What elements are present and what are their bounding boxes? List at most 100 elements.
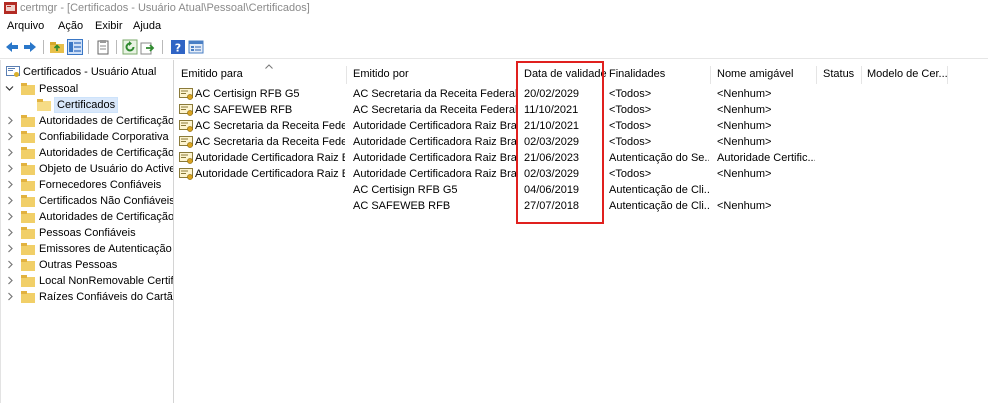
menu-bar: Arquivo Ação Exibir Ajuda xyxy=(0,17,988,35)
table-row[interactable]: AC Certisign RFB G5 04/06/2019 Autentica… xyxy=(175,182,988,198)
certificate-list[interactable]: Emitido para Emitido por Data de validad… xyxy=(175,60,988,403)
tree-item-label: Autoridades de Certificação I xyxy=(39,147,174,159)
cell-issued-to: Autoridade Certificadora Raiz B... xyxy=(195,168,345,180)
chevron-right-icon[interactable] xyxy=(6,148,15,157)
tree-item-label: Autoridades de Certificação R xyxy=(39,115,174,127)
cell-issued-by: Autoridade Certificadora Raiz Bras... xyxy=(353,168,516,180)
cell-purposes: Autenticação de Cli... xyxy=(609,184,709,196)
table-row[interactable]: Autoridade Certificadora Raiz B... Autor… xyxy=(175,166,988,182)
tree-item-label: Objeto de Usuário do Active I xyxy=(39,163,174,175)
tree-root-label: Certificados - Usuário Atual xyxy=(23,66,157,78)
chevron-right-icon[interactable] xyxy=(6,212,15,221)
chevron-right-icon[interactable] xyxy=(6,164,15,173)
table-row[interactable]: AC SAFEWEB RFB 27/07/2018 Autenticação d… xyxy=(175,198,988,214)
tree-item-label: Autoridades de Certificação R xyxy=(39,211,174,223)
svg-text:?: ? xyxy=(175,42,181,55)
cell-issued-to: AC Certisign RFB G5 xyxy=(195,88,300,100)
chevron-right-icon[interactable] xyxy=(6,196,15,205)
tree-item[interactable]: Certificados Não Confiáveis xyxy=(1,193,173,209)
tree-item[interactable]: Objeto de Usuário do Active I xyxy=(1,161,174,177)
cell-expiration-date: 21/06/2023 xyxy=(524,152,580,164)
back-icon[interactable] xyxy=(4,39,20,55)
help-icon[interactable]: ? xyxy=(170,39,186,55)
chevron-right-icon[interactable] xyxy=(6,132,15,141)
cell-purposes: <Todos> xyxy=(609,168,652,180)
window-title: certmgr - [Certificados - Usuário Atual\… xyxy=(20,2,310,14)
folder-open-icon xyxy=(37,99,51,111)
column-divider[interactable] xyxy=(710,66,711,84)
tree-item[interactable]: Local NonRemovable Certific xyxy=(1,273,173,289)
column-header-label: Status xyxy=(823,68,855,80)
chevron-right-icon[interactable] xyxy=(6,180,15,189)
cell-issued-to: Autoridade Certificadora Raiz B... xyxy=(195,152,345,164)
cell-expiration-date: 11/10/2021 xyxy=(524,104,579,116)
tree-item[interactable]: Emissores de Autenticação de xyxy=(1,241,174,257)
table-row[interactable]: AC Certisign RFB G5 AC Secretaria da Rec… xyxy=(175,86,988,102)
tree-item[interactable]: Pessoas Confiáveis xyxy=(1,225,173,241)
export-icon[interactable] xyxy=(140,39,156,55)
chevron-right-icon[interactable] xyxy=(6,260,15,269)
folder-icon xyxy=(21,227,35,239)
cell-purposes: <Todos> xyxy=(609,104,652,116)
cell-issued-by: AC Secretaria da Receita Federal d... xyxy=(353,104,516,116)
cell-purposes: <Todos> xyxy=(609,136,652,148)
column-divider[interactable] xyxy=(602,66,603,84)
tree-item-label: Raízes Confiáveis do Cartão In xyxy=(39,291,173,303)
folder-icon xyxy=(21,291,35,303)
cell-issued-by: AC SAFEWEB RFB xyxy=(353,200,451,212)
tree-item[interactable]: Outras Pessoas xyxy=(1,257,173,273)
cell-expiration-date: 20/02/2029 xyxy=(524,88,580,100)
tree-item-pessoal[interactable]: Pessoal xyxy=(1,81,173,97)
tree-item-label: Emissores de Autenticação de xyxy=(39,243,174,255)
tree-item[interactable]: Autoridades de Certificação R xyxy=(1,209,174,225)
tree-item[interactable]: Autoridades de Certificação R xyxy=(1,113,174,129)
tree-item[interactable]: Fornecedores Confiáveis xyxy=(1,177,173,193)
table-row[interactable]: Autoridade Certificadora Raiz B... Autor… xyxy=(175,150,988,166)
folder-icon xyxy=(21,243,35,255)
refresh-icon[interactable] xyxy=(122,39,138,55)
tree-root[interactable]: Certificados - Usuário Atual xyxy=(1,64,173,80)
certificate-icon xyxy=(179,168,193,180)
folder-icon xyxy=(21,147,35,159)
column-divider[interactable] xyxy=(816,66,817,84)
menu-exibir[interactable]: Exibir xyxy=(95,20,123,32)
menu-ajuda[interactable]: Ajuda xyxy=(133,20,161,32)
forward-icon[interactable] xyxy=(22,39,38,55)
column-header-label: Data de validade xyxy=(524,68,607,80)
tree-item[interactable]: Confiabilidade Corporativa xyxy=(1,129,173,145)
chevron-down-icon[interactable] xyxy=(5,84,14,93)
tree-item[interactable]: Autoridades de Certificação I xyxy=(1,145,174,161)
toolbar-separator xyxy=(88,40,89,54)
properties-icon[interactable] xyxy=(188,39,204,55)
tree-item-label: Outras Pessoas xyxy=(39,259,118,271)
table-row[interactable]: AC SAFEWEB RFB AC Secretaria da Receita … xyxy=(175,102,988,118)
tree-item-label: Pessoas Confiáveis xyxy=(39,227,136,239)
column-divider[interactable] xyxy=(517,66,518,84)
chevron-right-icon[interactable] xyxy=(6,228,15,237)
cell-expiration-date: 02/03/2029 xyxy=(524,136,580,148)
copy-icon[interactable] xyxy=(95,39,111,55)
cell-issued-by: Autoridade Certificadora Raiz Bras... xyxy=(353,136,516,148)
up-folder-icon[interactable] xyxy=(49,39,65,55)
chevron-right-icon[interactable] xyxy=(6,116,15,125)
column-divider[interactable] xyxy=(947,66,948,84)
tree-item-certificados[interactable]: Certificados xyxy=(1,97,173,113)
folder-icon xyxy=(21,163,35,175)
certificate-icon xyxy=(179,104,193,116)
chevron-right-icon[interactable] xyxy=(6,276,15,285)
cell-issued-by: Autoridade Certificadora Raiz Bras... xyxy=(353,120,516,132)
table-row[interactable]: AC Secretaria da Receita Federa... Autor… xyxy=(175,134,988,150)
column-divider[interactable] xyxy=(346,66,347,84)
cell-issued-by: Autoridade Certificadora Raiz Bras... xyxy=(353,152,516,164)
chevron-right-icon[interactable] xyxy=(6,244,15,253)
folder-icon xyxy=(21,115,35,127)
table-row[interactable]: AC Secretaria da Receita Federa... Autor… xyxy=(175,118,988,134)
show-tree-icon[interactable] xyxy=(67,39,83,55)
menu-acao[interactable]: Ação xyxy=(58,20,83,32)
column-divider[interactable] xyxy=(861,66,862,84)
chevron-right-icon[interactable] xyxy=(6,292,15,301)
menu-arquivo[interactable]: Arquivo xyxy=(7,20,44,32)
tree-item-label: Pessoal xyxy=(39,83,79,95)
tree-pane[interactable]: Certificados - Usuário Atual Pessoal Cer… xyxy=(0,60,174,403)
tree-item[interactable]: Raízes Confiáveis do Cartão In xyxy=(1,289,173,305)
